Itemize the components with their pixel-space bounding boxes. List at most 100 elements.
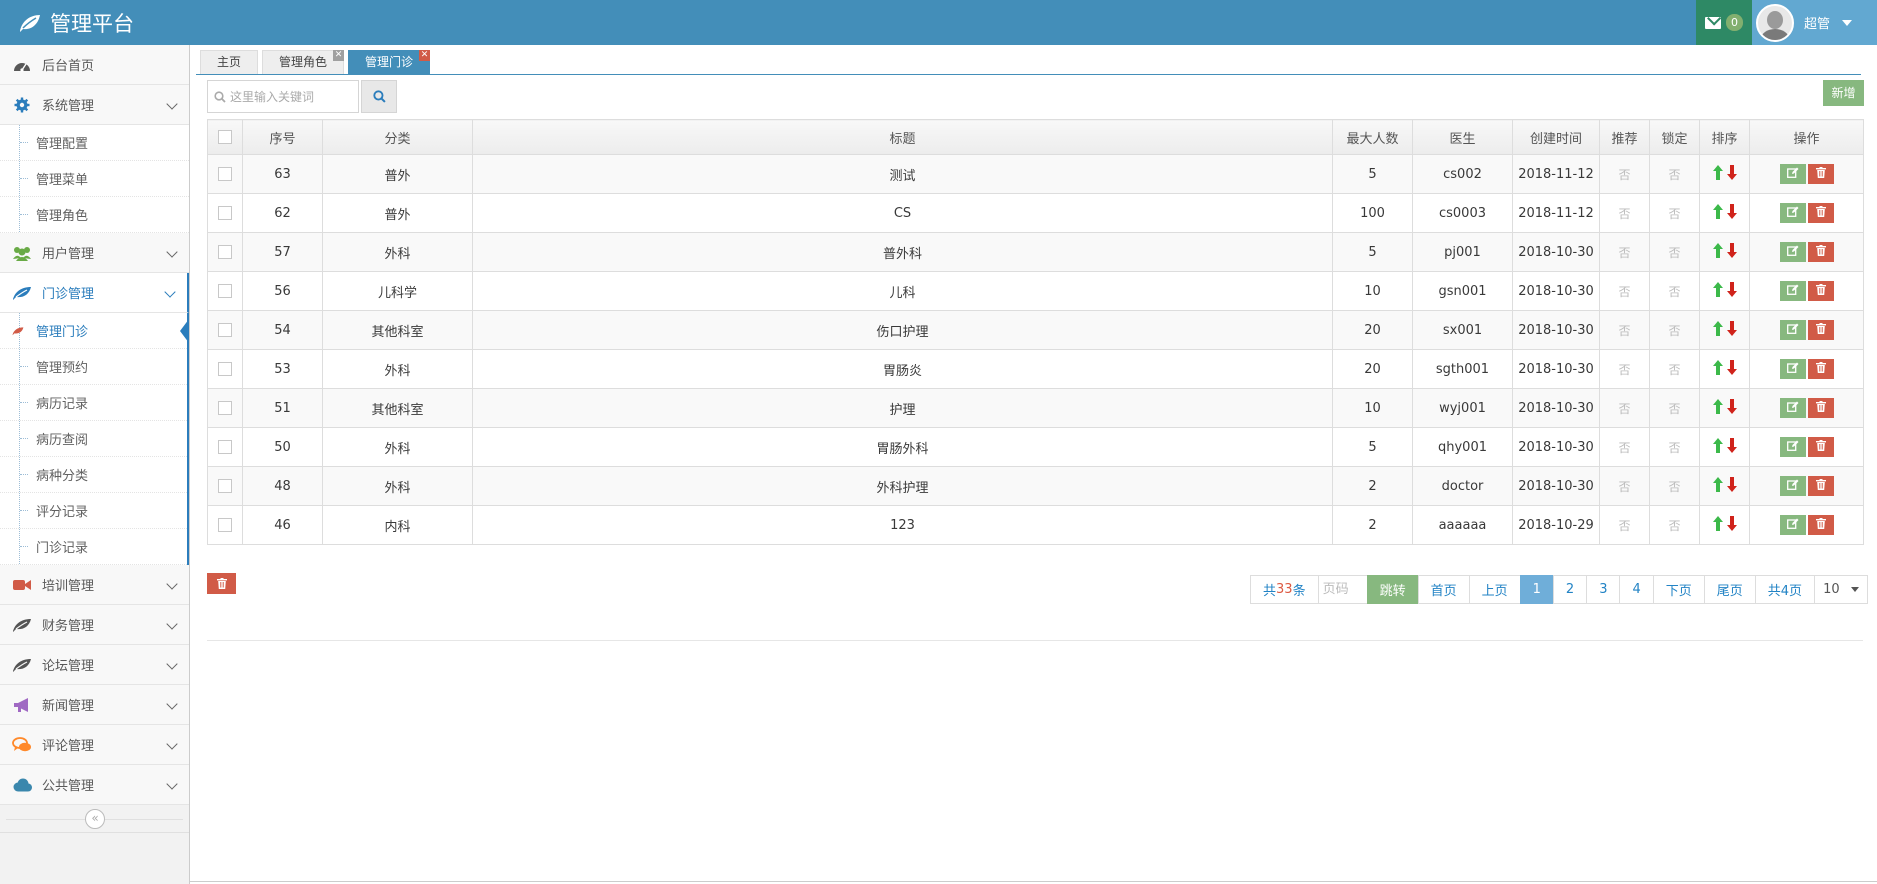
edit-button[interactable]	[1779, 203, 1806, 223]
column-header[interactable]: 锁定	[1649, 119, 1700, 155]
row-checkbox[interactable]	[218, 440, 232, 454]
row-checkbox[interactable]	[218, 284, 232, 298]
recommend-toggle[interactable]: 否	[1618, 285, 1630, 299]
edit-button[interactable]	[1779, 359, 1806, 379]
lock-toggle[interactable]: 否	[1668, 480, 1680, 494]
row-checkbox[interactable]	[218, 401, 232, 415]
search-input[interactable]	[230, 89, 350, 104]
edit-button[interactable]	[1779, 164, 1806, 184]
tab-manage-roles[interactable]: 管理角色 ✕	[262, 50, 345, 74]
sidebar-subitem-roles[interactable]: 管理角色	[0, 197, 189, 233]
delete-button[interactable]	[1807, 398, 1834, 418]
arrow-up-icon[interactable]	[1712, 437, 1723, 457]
sidebar-item-news[interactable]: 新闻管理	[0, 685, 189, 725]
sidebar-item-clinic[interactable]: 门诊管理	[0, 273, 189, 313]
lock-toggle[interactable]: 否	[1668, 324, 1680, 338]
arrow-down-icon[interactable]	[1726, 242, 1737, 262]
sidebar-subitem-record-lookup[interactable]: 病历查阅	[0, 421, 187, 457]
arrow-down-icon[interactable]	[1726, 359, 1737, 379]
next-page-button[interactable]: 下页	[1652, 575, 1705, 604]
page-button-4[interactable]: 4	[1619, 575, 1654, 604]
sidebar-subitem-visit-records[interactable]: 门诊记录	[0, 529, 187, 565]
arrow-down-icon[interactable]	[1726, 515, 1737, 535]
lock-toggle[interactable]: 否	[1668, 363, 1680, 377]
double-chevron-left-icon[interactable]: «	[85, 809, 105, 829]
messages-button[interactable]: 0	[1696, 0, 1752, 45]
sidebar-item-finance[interactable]: 财务管理	[0, 605, 189, 645]
recommend-toggle[interactable]: 否	[1618, 480, 1630, 494]
sidebar-subitem-disease-types[interactable]: 病种分类	[0, 457, 187, 493]
edit-button[interactable]	[1779, 515, 1806, 535]
row-checkbox[interactable]	[218, 323, 232, 337]
sidebar-subitem-config[interactable]: 管理配置	[0, 125, 189, 161]
delete-button[interactable]	[1807, 515, 1834, 535]
sidebar-item-training[interactable]: 培训管理	[0, 565, 189, 605]
page-number-input[interactable]	[1322, 582, 1363, 597]
sidebar-item-forum[interactable]: 论坛管理	[0, 645, 189, 685]
arrow-up-icon[interactable]	[1712, 320, 1723, 340]
column-header[interactable]: 创建时间	[1512, 119, 1600, 155]
arrow-up-icon[interactable]	[1712, 203, 1723, 223]
lock-toggle[interactable]: 否	[1668, 207, 1680, 221]
sidebar-subitem-manage-clinic[interactable]: 管理门诊	[0, 313, 189, 349]
edit-button[interactable]	[1779, 437, 1806, 457]
arrow-up-icon[interactable]	[1712, 476, 1723, 496]
delete-button[interactable]	[1807, 476, 1834, 496]
sidebar-subitem-menu[interactable]: 管理菜单	[0, 161, 189, 197]
edit-button[interactable]	[1779, 476, 1806, 496]
column-header[interactable]: 最大人数	[1332, 119, 1413, 155]
delete-button[interactable]	[1807, 164, 1834, 184]
arrow-up-icon[interactable]	[1712, 164, 1723, 184]
sidebar-item-comments[interactable]: 评论管理	[0, 725, 189, 765]
lock-toggle[interactable]: 否	[1668, 402, 1680, 416]
edit-button[interactable]	[1779, 398, 1806, 418]
row-checkbox[interactable]	[218, 518, 232, 532]
brand[interactable]: 管理平台	[18, 0, 134, 45]
recommend-toggle[interactable]: 否	[1618, 168, 1630, 182]
recommend-toggle[interactable]: 否	[1618, 363, 1630, 377]
column-header[interactable]: 分类	[322, 119, 473, 155]
add-button[interactable]: 新增	[1823, 80, 1864, 106]
arrow-down-icon[interactable]	[1726, 203, 1737, 223]
sidebar-item-home[interactable]: 后台首页	[0, 45, 189, 85]
column-header[interactable]: 医生	[1412, 119, 1513, 155]
lock-toggle[interactable]: 否	[1668, 246, 1680, 260]
edit-button[interactable]	[1779, 281, 1806, 301]
select-all-checkbox[interactable]	[218, 130, 232, 144]
column-header[interactable]: 序号	[242, 119, 323, 155]
last-page-button[interactable]: 尾页	[1703, 575, 1756, 604]
recommend-toggle[interactable]: 否	[1618, 402, 1630, 416]
sidebar-subitem-appointments[interactable]: 管理预约	[0, 349, 187, 385]
recommend-toggle[interactable]: 否	[1618, 324, 1630, 338]
close-icon[interactable]: ✕	[419, 50, 431, 61]
row-checkbox[interactable]	[218, 206, 232, 220]
delete-button[interactable]	[1807, 359, 1834, 379]
jump-button[interactable]: 跳转	[1366, 575, 1419, 604]
recommend-toggle[interactable]: 否	[1618, 207, 1630, 221]
column-header[interactable]: 标题	[472, 119, 1333, 155]
arrow-up-icon[interactable]	[1712, 281, 1723, 301]
tab-manage-clinic[interactable]: 管理门诊 ✕	[348, 50, 431, 74]
column-header[interactable]: 排序	[1699, 119, 1750, 155]
arrow-down-icon[interactable]	[1726, 164, 1737, 184]
delete-button[interactable]	[1807, 281, 1834, 301]
edit-button[interactable]	[1779, 242, 1806, 262]
arrow-down-icon[interactable]	[1726, 398, 1737, 418]
sidebar-subitem-records[interactable]: 病历记录	[0, 385, 187, 421]
page-button-3[interactable]: 3	[1586, 575, 1621, 604]
recommend-toggle[interactable]: 否	[1618, 246, 1630, 260]
close-icon[interactable]: ✕	[333, 50, 345, 61]
row-checkbox[interactable]	[218, 245, 232, 259]
recommend-toggle[interactable]: 否	[1618, 519, 1630, 533]
delete-button[interactable]	[1807, 203, 1834, 223]
first-page-button[interactable]: 首页	[1417, 575, 1470, 604]
prev-page-button[interactable]: 上页	[1468, 575, 1521, 604]
arrow-down-icon[interactable]	[1726, 437, 1737, 457]
lock-toggle[interactable]: 否	[1668, 285, 1680, 299]
sidebar-item-users[interactable]: 用户管理	[0, 233, 189, 273]
sidebar-item-system[interactable]: 系统管理	[0, 85, 189, 125]
delete-button[interactable]	[1807, 437, 1834, 457]
lock-toggle[interactable]: 否	[1668, 168, 1680, 182]
delete-button[interactable]	[1807, 242, 1834, 262]
tab-home[interactable]: 主页	[200, 50, 259, 74]
